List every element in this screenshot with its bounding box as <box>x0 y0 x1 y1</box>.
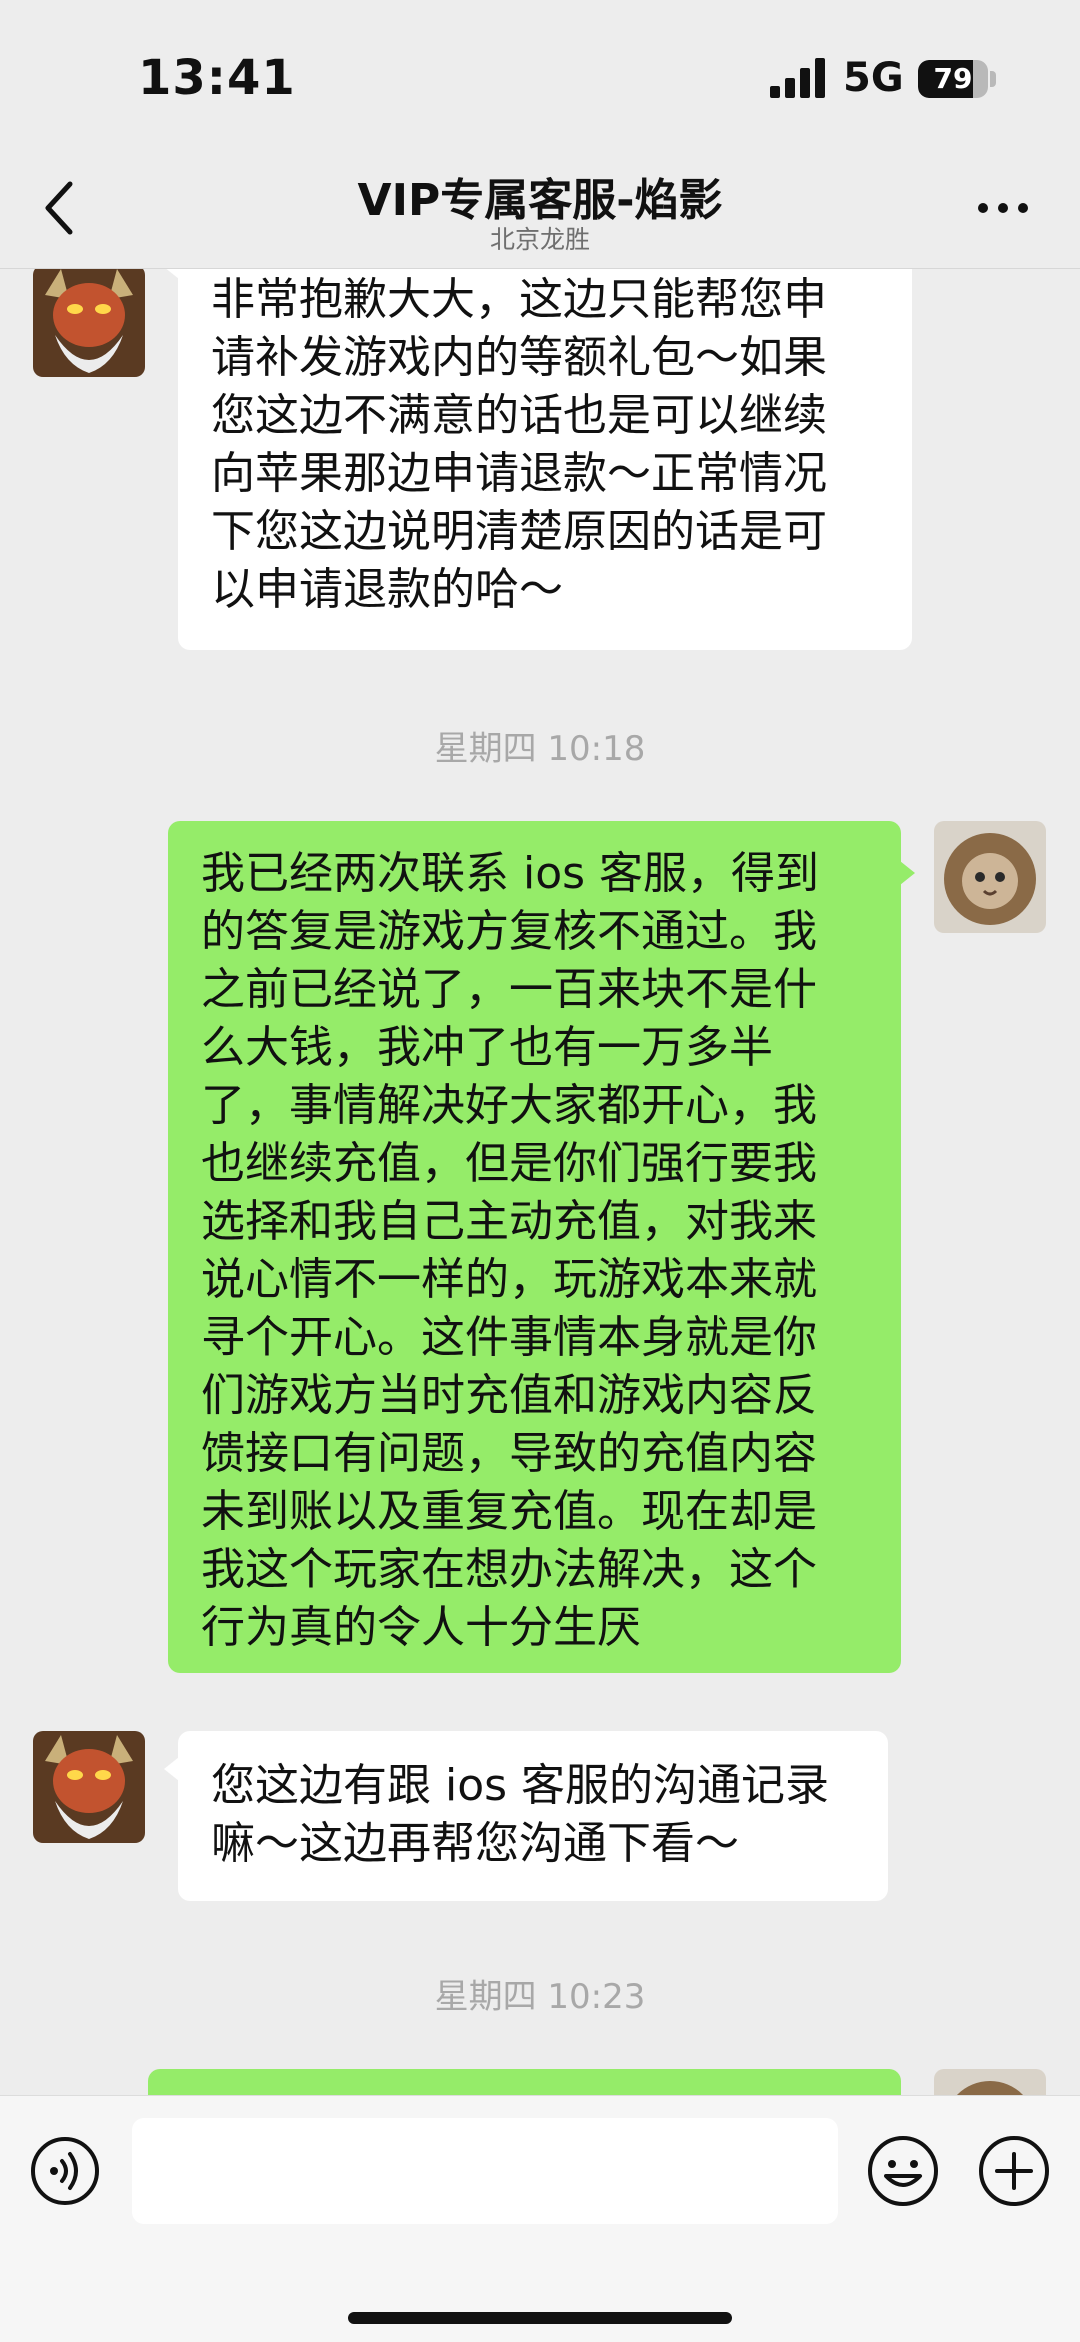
message-line: 您这边有跟 ios 客服的沟通记录 <box>211 1760 830 1811</box>
signal-icon <box>770 58 825 98</box>
status-bar: 13:41 5G 79 <box>0 0 1080 150</box>
battery-cap <box>990 71 996 87</box>
message-timestamp: 星期四 10:18 <box>434 729 646 769</box>
message-line: 请补发游戏内的等额礼包～如果 <box>211 332 827 383</box>
message-line: 们游戏方当时充值和游戏内容反 <box>201 1370 817 1421</box>
message-line: 非常抱歉大大，这边只能帮您申 <box>211 274 827 325</box>
message-line: 寻个开心。这件事情本身就是你 <box>201 1312 817 1363</box>
input-bar <box>0 2095 1080 2342</box>
message-line: 馈接口有问题，导致的充值内容 <box>201 1428 817 1479</box>
lion-cat-avatar[interactable] <box>934 2069 1046 2095</box>
status-time: 13:41 <box>138 50 296 106</box>
message-line: 之前已经说了，一百来块不是什 <box>201 964 817 1015</box>
home-indicator[interactable] <box>348 2312 732 2324</box>
message-line: 我这个玩家在想办法解决，这个 <box>201 1544 817 1595</box>
message-timestamp: 星期四 10:23 <box>434 1977 646 2017</box>
message-line: 以申请退款的哈～ <box>211 564 563 615</box>
warrior-avatar[interactable] <box>33 1731 145 1843</box>
lion-cat-avatar[interactable] <box>934 821 1046 933</box>
message-line: 说心情不一样的，玩游戏本来就 <box>201 1254 817 1305</box>
message-line: 行为真的令人十分生厌 <box>201 1602 641 1653</box>
warrior-avatar[interactable] <box>33 269 145 377</box>
incoming-message-bubble[interactable]: 非常抱歉大大，这边只能帮您申 请补发游戏内的等额礼包～如果 您这边不满意的话也是… <box>164 269 912 650</box>
battery-level: 79 <box>933 62 973 95</box>
outgoing-message-bubble[interactable] <box>148 2069 901 2095</box>
message-line: 向苹果那边申请退款～正常情况 <box>211 448 827 499</box>
message-line: 的答复是游戏方复核不通过。我 <box>201 906 817 957</box>
message-line: 了，事情解决好大家都开心，我 <box>201 1080 817 1131</box>
message-line: 么大钱，我冲了也有一万多半 <box>201 1022 773 1073</box>
chat-subtitle: 北京龙胜 <box>489 225 590 254</box>
chat-header: VIP专属客服-焰影 北京龙胜 <box>0 150 1080 269</box>
incoming-message-bubble[interactable]: 您这边有跟 ios 客服的沟通记录 嘛～这边再帮您沟通下看～ <box>164 1731 888 1901</box>
message-line: 您这边不满意的话也是可以继续 <box>211 390 827 441</box>
message-input[interactable] <box>132 2118 838 2224</box>
more-icon[interactable] <box>975 198 1031 218</box>
message-line: 嘛～这边再帮您沟通下看～ <box>211 1818 739 1869</box>
add-icon[interactable] <box>977 2134 1051 2208</box>
voice-icon[interactable] <box>30 2136 100 2206</box>
message-line: 也继续充值，但是你们强行要我 <box>201 1138 817 1189</box>
message-list[interactable]: 非常抱歉大大，这边只能帮您申 请补发游戏内的等额礼包～如果 您这边不满意的话也是… <box>0 269 1080 2095</box>
outgoing-message-bubble[interactable]: 我已经两次联系 ios 客服，得到 的答复是游戏方复核不通过。我 之前已经说了，… <box>168 821 915 1673</box>
message-line: 我已经两次联系 ios 客服，得到 <box>201 848 820 899</box>
message-line: 未到账以及重复充值。现在却是 <box>201 1486 817 1537</box>
emoji-icon[interactable] <box>866 2134 940 2208</box>
message-line: 选择和我自己主动充值，对我来 <box>201 1196 817 1247</box>
chat-title: VIP专属客服-焰影 <box>357 175 723 226</box>
battery-icon: 79 <box>918 60 988 98</box>
message-line: 下您这边说明清楚原因的话是可 <box>211 506 827 557</box>
network-label: 5G <box>843 55 904 101</box>
